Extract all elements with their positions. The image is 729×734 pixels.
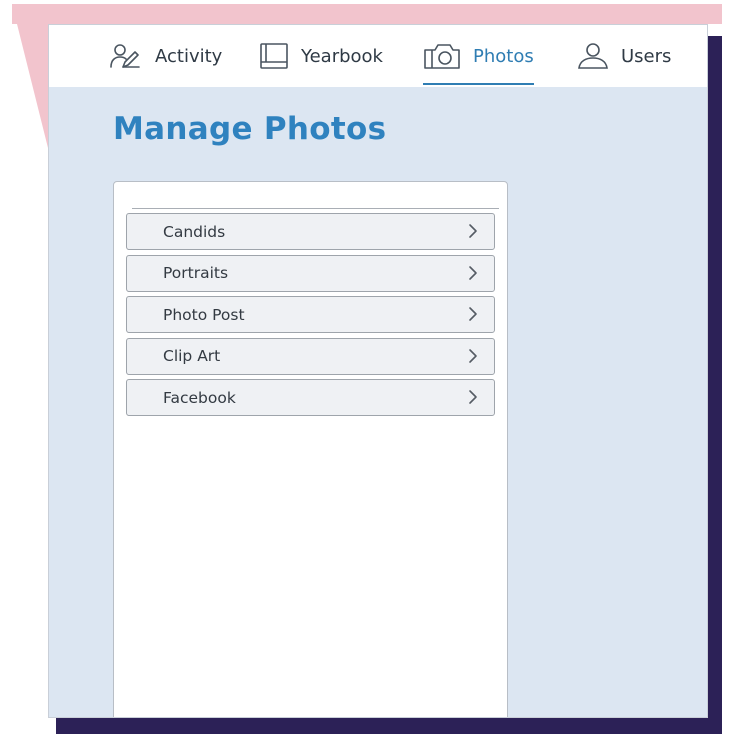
category-item-clip-art[interactable]: Clip Art — [126, 337, 495, 375]
photo-category-list: Candids Portraits Photo Post Clip Art Fa… — [126, 213, 495, 421]
backdrop-pink-band — [12, 4, 722, 24]
nav-item-activity[interactable]: Activity — [109, 25, 222, 87]
category-label: Portraits — [163, 264, 229, 282]
category-label: Photo Post — [163, 305, 245, 324]
category-item-portraits[interactable]: Portraits — [126, 254, 495, 292]
category-item-candids[interactable]: Candids — [126, 213, 495, 250]
chevron-right-icon — [469, 348, 477, 363]
category-item-facebook[interactable]: Facebook — [126, 379, 495, 416]
app-window: Activity Yearbook Photos Users Manage Ph… — [48, 24, 708, 718]
category-label: Facebook — [163, 388, 236, 407]
category-label: Clip Art — [163, 347, 221, 365]
user-icon — [577, 42, 609, 70]
page-title: Manage Photos — [113, 111, 387, 147]
nav-item-label: Yearbook — [301, 45, 383, 67]
chevron-right-icon — [469, 265, 477, 280]
panel-divider — [132, 208, 499, 209]
nav-item-photos[interactable]: Photos — [423, 25, 534, 87]
chevron-right-icon — [469, 307, 477, 321]
chevron-right-icon — [469, 390, 477, 404]
photo-categories-panel: Candids Portraits Photo Post Clip Art Fa… — [113, 181, 508, 717]
nav-item-users[interactable]: Users — [577, 25, 671, 87]
category-item-photo-post[interactable]: Photo Post — [126, 296, 495, 333]
nav-item-label: Users — [621, 45, 672, 67]
category-label: Candids — [163, 222, 226, 241]
top-navigation: Activity Yearbook Photos Users — [49, 25, 707, 87]
nav-item-label: Activity — [155, 45, 223, 67]
nav-item-yearbook[interactable]: Yearbook — [259, 25, 383, 87]
chevron-right-icon — [469, 224, 477, 238]
nav-item-label: Photos — [473, 45, 534, 67]
camera-icon — [423, 42, 461, 70]
yearbook-icon — [259, 42, 289, 70]
activity-icon — [109, 43, 143, 69]
backdrop-pink-triangle — [12, 4, 52, 164]
